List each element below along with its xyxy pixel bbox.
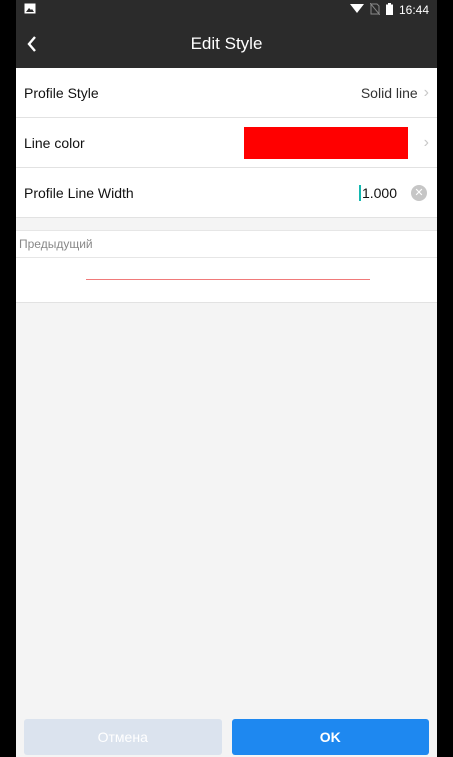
- ok-button[interactable]: OK: [231, 719, 429, 755]
- line-color-label: Line color: [24, 134, 85, 151]
- app-bar: Edit Style: [16, 20, 437, 68]
- line-color-swatch[interactable]: [243, 126, 408, 159]
- battery-icon: [385, 2, 393, 18]
- line-color-row[interactable]: Line color ›: [16, 118, 437, 168]
- chevron-right-icon: ›: [423, 83, 429, 101]
- cancel-button[interactable]: Отмена: [24, 719, 222, 755]
- section-gap: [16, 218, 437, 231]
- line-width-value: 1.000: [361, 184, 397, 201]
- profile-style-row[interactable]: Profile Style Solid line ›: [16, 68, 437, 118]
- preview-area: [16, 258, 437, 303]
- preview-label: Предыдущий: [16, 231, 437, 258]
- profile-style-value: Solid line: [360, 84, 418, 101]
- page-title: Edit Style: [190, 34, 263, 53]
- clock: 16:44: [398, 3, 429, 17]
- text-cursor: [358, 184, 361, 201]
- wifi-icon: [349, 3, 364, 17]
- profile-style-label: Profile Style: [24, 84, 99, 101]
- chevron-right-icon: ›: [423, 133, 429, 151]
- image-notification-icon: [24, 3, 36, 17]
- line-width-input[interactable]: 1.000: [358, 184, 397, 201]
- no-sim-icon: [369, 2, 381, 18]
- back-button[interactable]: [16, 20, 48, 68]
- screen: 16:44 Edit Style Profile Style Solid lin…: [0, 0, 453, 757]
- line-width-label: Profile Line Width: [24, 184, 134, 201]
- preview-line: [86, 279, 370, 280]
- clear-icon[interactable]: ✕: [411, 184, 427, 201]
- chevron-left-icon: [27, 36, 36, 52]
- line-width-row: Profile Line Width 1.000 ✕: [16, 168, 437, 218]
- action-buttons: Отмена OK: [16, 719, 437, 757]
- status-bar: 16:44: [16, 0, 437, 20]
